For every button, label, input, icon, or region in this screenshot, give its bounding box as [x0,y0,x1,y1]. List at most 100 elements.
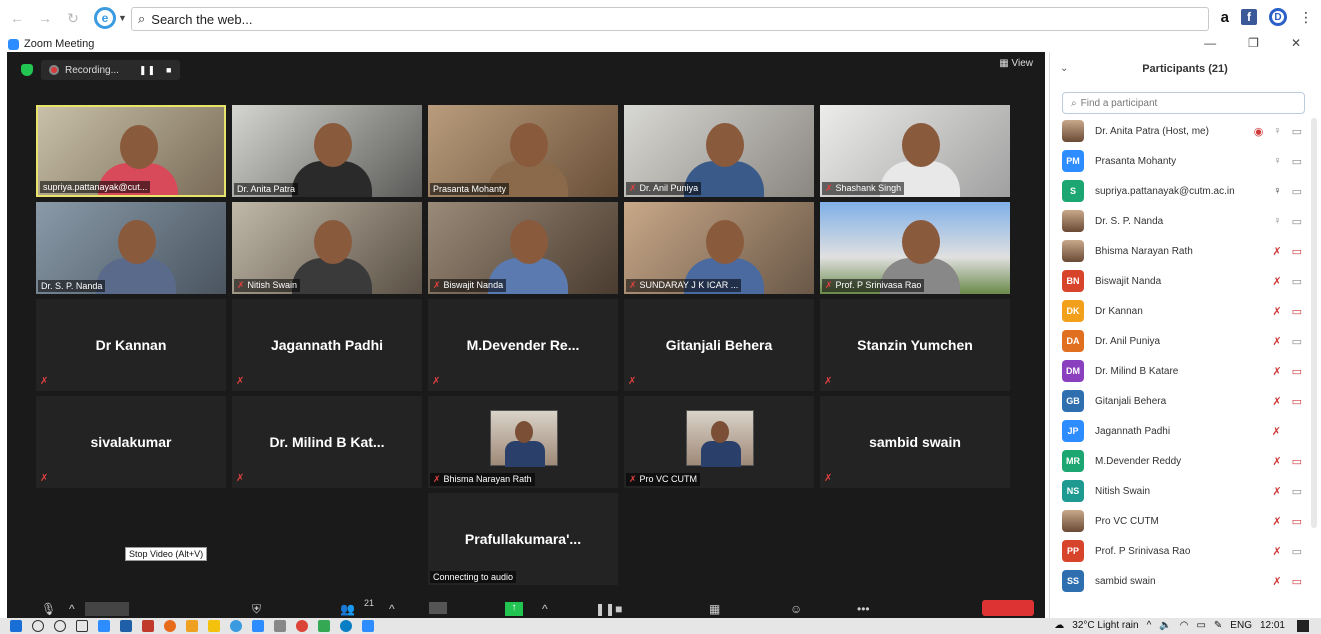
mic-off-icon[interactable]: ✗ [1272,485,1281,498]
mail-icon[interactable] [120,620,132,632]
clock[interactable]: 12:01 [1260,620,1285,631]
view-button[interactable]: ▦ View [999,58,1033,69]
restore-button[interactable]: ❐ [1248,36,1259,50]
participant-row[interactable]: GB Gitanjali Behera ✗ ▭ [1050,386,1312,416]
video-tile[interactable]: ✗ Bhisma Narayan Rath [428,396,618,488]
app-icon[interactable] [142,620,154,632]
participant-row[interactable]: DA Dr. Anil Puniya ✗ ▭ [1050,326,1312,356]
video-tile[interactable]: sambid swain ✗ [820,396,1010,488]
pause-icon[interactable]: ❚❚ [139,65,156,76]
video-tile[interactable]: Dr. Anita Patra [232,105,422,197]
video-tile[interactable]: ✗ Nitish Swain [232,202,422,294]
browser-icon[interactable] [230,620,242,632]
scrollbar[interactable] [1311,118,1317,528]
video-tile[interactable]: Dr. S. P. Nanda [36,202,226,294]
participant-row[interactable]: PP Prof. P Srinivasa Rao ✗ ▭ [1050,536,1312,566]
camera-off-icon[interactable]: ▭ [1292,245,1302,258]
refresh-icon[interactable]: ↻ [62,7,84,29]
camera-icon[interactable]: ▭ [1292,335,1302,348]
notification-icon[interactable] [1297,620,1309,632]
chevron-down-icon[interactable]: ▼ [118,13,127,23]
reactions-icon[interactable]: ☺ [790,602,802,616]
wifi-icon[interactable]: ◠ [1180,620,1189,631]
video-tile[interactable]: ✗ SUNDARAY J K ICAR ... [624,202,814,294]
back-icon[interactable]: ← [6,7,28,29]
microphone-icon[interactable]: 🎙 [41,602,56,616]
edge-icon[interactable] [340,620,352,632]
mic-off-icon[interactable]: ✗ [1272,335,1281,348]
mic-off-icon[interactable]: ✗ [1272,395,1281,408]
participant-row[interactable]: SS sambid swain ✗ ▭ [1050,566,1312,596]
video-button[interactable] [85,602,129,616]
participants-icon[interactable]: 👥 [340,602,355,616]
mic-off-icon[interactable]: ✗ [1272,275,1281,288]
microphone-icon[interactable]: ♀ [1273,215,1281,228]
video-tile[interactable]: Gitanjali Behera ✗ [624,299,814,391]
mic-off-icon[interactable]: ✗ [1272,425,1281,438]
chevron-up-icon[interactable]: ^ [389,602,395,616]
microphone-icon[interactable]: ♀ [1273,185,1281,198]
participant-row[interactable]: JP Jagannath Padhi ✗ [1050,416,1312,446]
zoom-icon[interactable] [362,620,374,632]
mic-off-icon[interactable]: ✗ [1272,545,1281,558]
camera-icon[interactable]: ▭ [1292,485,1302,498]
amazon-icon[interactable]: a [1221,9,1229,26]
video-tile[interactable]: ✗ Biswajit Nanda [428,202,618,294]
apps-icon[interactable]: ▦ [709,602,720,616]
windows-start-icon[interactable] [10,620,22,632]
mic-off-icon[interactable]: ✗ [1272,455,1281,468]
search-icon[interactable] [32,620,44,632]
participant-row[interactable]: Pro VC CUTM ✗ ▭ [1050,506,1312,536]
zoom-icon[interactable] [252,620,264,632]
chat-icon[interactable] [429,602,447,614]
language[interactable]: ENG [1230,620,1252,631]
cortana-icon[interactable] [54,620,66,632]
video-tile[interactable]: Stanzin Yumchen ✗ [820,299,1010,391]
close-button[interactable]: ✕ [1291,36,1301,50]
task-view-icon[interactable] [76,620,88,632]
end-meeting-button[interactable] [982,600,1034,616]
app-icon[interactable] [98,620,110,632]
pen-icon[interactable]: ✎ [1214,620,1222,631]
camera-off-icon[interactable]: ▭ [1292,575,1302,588]
shield-icon[interactable] [21,64,33,76]
menu-icon[interactable]: ⋮ [1299,9,1313,26]
participant-row[interactable]: MR M.Devender Reddy ✗ ▭ [1050,446,1312,476]
search-input[interactable]: ⌕ Search the web... [131,7,1209,31]
camera-off-icon[interactable]: ▭ [1292,515,1302,528]
microphone-icon[interactable]: ♀ [1273,155,1281,168]
video-tile[interactable]: sivalakumar ✗ [36,396,226,488]
find-participant-input[interactable]: ⌕ Find a participant [1062,92,1305,114]
chevron-up-icon[interactable]: ^ [1147,620,1152,631]
app-icon[interactable] [274,620,286,632]
video-tile[interactable]: ✗ Pro VC CUTM [624,396,814,488]
camera-icon[interactable]: ▭ [1292,185,1302,198]
video-tile[interactable]: Jagannath Padhi ✗ [232,299,422,391]
pause-share-icon[interactable]: ❚❚■ [595,602,622,616]
app-icon[interactable] [318,620,330,632]
camera-icon[interactable]: ▭ [1292,215,1302,228]
share-screen-icon[interactable]: ↑ [505,602,523,616]
mic-off-icon[interactable]: ✗ [1272,515,1281,528]
video-tile[interactable]: ✗ Prof. P Srinivasa Rao [820,202,1010,294]
extension-icon[interactable]: D [1269,8,1287,26]
forward-icon[interactable]: → [34,7,56,29]
video-tile[interactable]: ✗ Shashank Singh [820,105,1010,197]
camera-icon[interactable]: ▭ [1292,155,1302,168]
file-explorer-icon[interactable] [208,620,220,632]
participant-row[interactable]: PM Prasanta Mohanty ♀ ▭ [1050,146,1312,176]
chrome-icon[interactable] [296,620,308,632]
video-tile[interactable]: supriya.pattanayak@cut... [36,105,226,197]
camera-icon[interactable]: ▭ [1292,125,1302,138]
mic-off-icon[interactable]: ✗ [1272,245,1281,258]
facebook-icon[interactable]: f [1241,9,1257,25]
mic-off-icon[interactable]: ✗ [1272,305,1281,318]
stop-icon[interactable]: ■ [166,65,172,75]
camera-off-icon[interactable]: ▭ [1292,305,1302,318]
camera-off-icon[interactable]: ▭ [1292,455,1302,468]
battery-icon[interactable]: ▭ [1196,620,1205,631]
video-tile[interactable]: Prasanta Mohanty [428,105,618,197]
security-icon[interactable]: ⛨ [252,602,261,617]
chevron-up-icon[interactable]: ^ [542,602,548,616]
camera-off-icon[interactable]: ▭ [1292,395,1302,408]
